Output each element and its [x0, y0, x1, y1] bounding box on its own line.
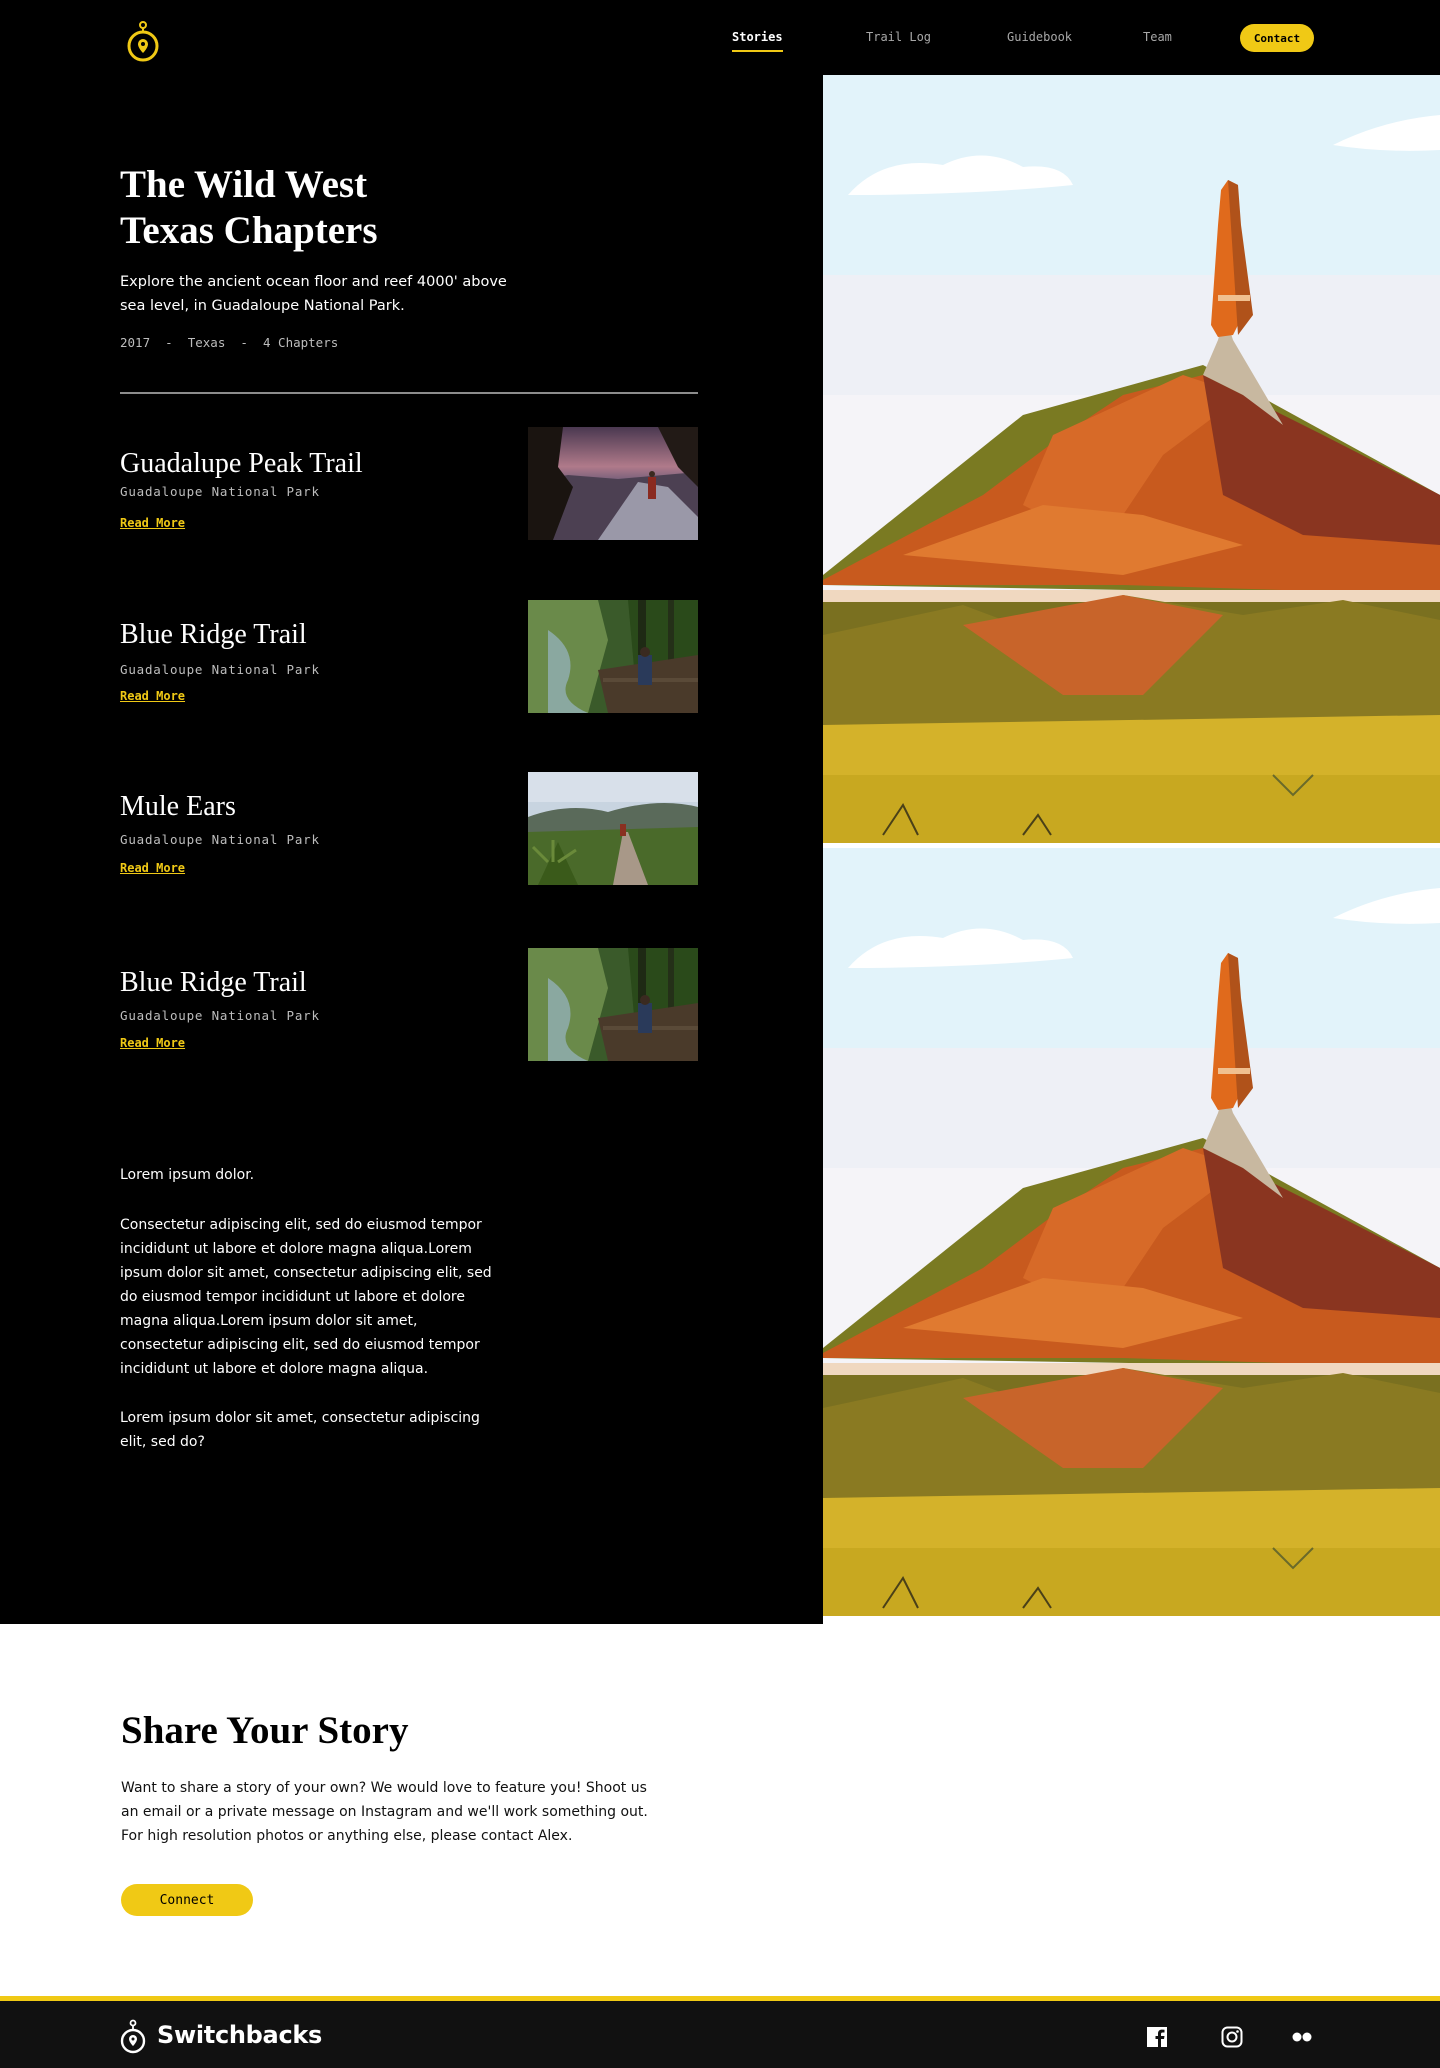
instagram-icon[interactable]: [1220, 2025, 1244, 2049]
body-paragraph: Lorem ipsum dolor.: [120, 1167, 255, 1183]
trail-photo[interactable]: [528, 600, 698, 713]
trail-photo[interactable]: [528, 427, 698, 540]
connect-button[interactable]: Connect: [121, 1884, 253, 1916]
share-description: Want to share a story of your own? We wo…: [121, 1780, 648, 1844]
share-title: Share Your Story: [121, 1709, 409, 1752]
flickr-icon[interactable]: [1290, 2025, 1314, 2049]
trail-park: Guadaloupe National Park: [120, 662, 320, 677]
trail-park: Guadaloupe National Park: [120, 832, 320, 847]
trail-park: Guadaloupe National Park: [120, 484, 320, 499]
trail-name[interactable]: Blue Ridge Trail: [120, 618, 307, 652]
page-title-line-1: The Wild West: [120, 163, 368, 206]
trail-item: Blue Ridge Trail Guadaloupe National Par…: [120, 948, 698, 1062]
facebook-icon[interactable]: [1145, 2025, 1169, 2049]
read-more-link[interactable]: Read More: [120, 1036, 185, 1050]
hero-meta: 2017 - Texas - 4 Chapters: [120, 335, 339, 350]
trail-item: Blue Ridge Trail Guadaloupe National Par…: [120, 600, 698, 714]
page-title: The Wild West Texas Chapters: [120, 162, 540, 254]
read-more-link[interactable]: Read More: [120, 861, 185, 875]
nav-trail-log[interactable]: Trail Log: [866, 30, 931, 44]
footer: Switchbacks: [0, 2001, 1440, 2068]
read-more-link[interactable]: Read More: [120, 689, 185, 703]
switchbacks-logo-icon[interactable]: [119, 2019, 147, 2055]
read-more-link[interactable]: Read More: [120, 516, 185, 530]
trail-item: Mule Ears Guadaloupe National Park Read …: [120, 772, 698, 886]
trail-name[interactable]: Guadalupe Peak Trail: [120, 447, 363, 481]
top-navigation-bar: Stories Trail Log Guidebook Team Contact: [0, 0, 1440, 75]
trail-name[interactable]: Mule Ears: [120, 790, 236, 824]
footer-brand: Switchbacks: [157, 2021, 323, 2049]
trail-photo[interactable]: [528, 948, 698, 1061]
trail-item: Guadalupe Peak Trail Guadaloupe National…: [120, 427, 698, 541]
landscape-illustration: [823, 75, 1440, 843]
nav-team[interactable]: Team: [1143, 30, 1172, 44]
landscape-illustration: [823, 848, 1440, 1616]
trail-photo[interactable]: [528, 772, 698, 885]
section-divider: [120, 392, 698, 394]
switchbacks-logo-icon[interactable]: [126, 20, 160, 64]
contact-button[interactable]: Contact: [1240, 24, 1314, 52]
body-paragraph: Lorem ipsum dolor sit amet, consectetur …: [120, 1410, 480, 1450]
hero-description: Explore the ancient ocean floor and reef…: [120, 274, 507, 314]
trail-park: Guadaloupe National Park: [120, 1008, 320, 1023]
trail-name[interactable]: Blue Ridge Trail: [120, 966, 307, 1000]
body-paragraph: Consectetur adipiscing elit, sed do eius…: [120, 1217, 492, 1377]
nav-stories[interactable]: Stories: [732, 30, 783, 52]
nav-guidebook[interactable]: Guidebook: [1007, 30, 1072, 44]
page-title-line-2: Texas Chapters: [120, 209, 378, 252]
